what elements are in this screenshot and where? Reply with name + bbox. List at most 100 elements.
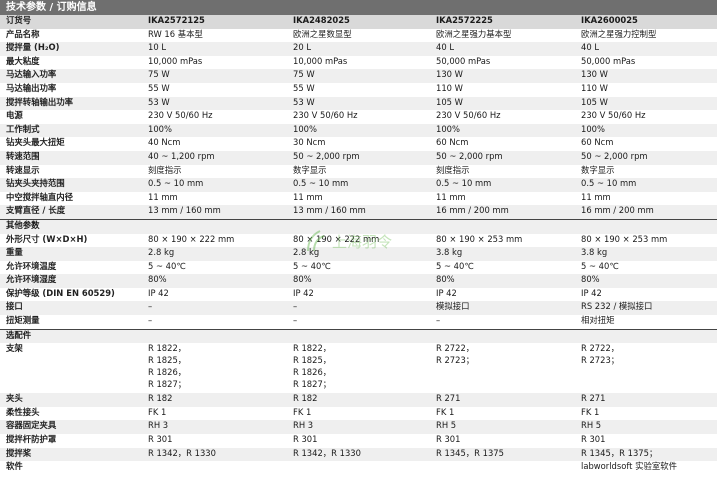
cell-value: 欧洲之星数显型 — [293, 28, 352, 39]
cell-value: 80% — [575, 274, 717, 288]
cell-value: 230 V 50/60 Hz — [581, 110, 646, 121]
cell-value: R 182 — [142, 393, 287, 407]
cell-value: 模拟接口 — [430, 301, 575, 316]
cell-value: 100% — [575, 123, 717, 138]
cell-value: 130 W — [575, 69, 717, 83]
cell-value — [430, 461, 575, 475]
table-row: 允许环境湿度 80% 80% 80% 80% — [0, 274, 717, 288]
cell-value: 13 mm / 160 mm — [287, 205, 430, 220]
cell-value: 数字显示 — [581, 164, 615, 175]
cell-value: R 301 — [581, 434, 606, 445]
cell-value: 10 L — [142, 42, 287, 56]
row-label: 搅拌量 (H₂O) — [0, 42, 142, 56]
cell-value: 230 V 50/60 Hz — [436, 110, 501, 121]
cell-value — [287, 461, 430, 475]
cell-value: 3.8 kg — [430, 247, 575, 261]
cell-value: IKA2482025 — [287, 15, 430, 29]
row-label: 产品名称 — [6, 28, 40, 39]
cell-value: 数字显示 — [293, 164, 327, 175]
table-row: 允许环境温度 5 ~ 40℃ 5 ~ 40℃ 5 ~ 40℃ 5 ~ 40℃ — [0, 261, 717, 275]
cell-value: 130 W — [430, 69, 575, 83]
table-row: 工作制式 100% 100% 100% 100% — [0, 123, 717, 138]
cell-value: 105 W — [575, 96, 717, 111]
table-row: 订货号 IKA2572125 IKA2482025 IKA2572225 IKA2600… — [0, 15, 717, 29]
row-label: 重量 — [0, 247, 142, 261]
cell-value: 110 W — [436, 82, 463, 93]
cell-value: 0.5 ~ 10 mm — [430, 178, 575, 192]
cell-value: R 1345，R 1375 — [430, 447, 575, 462]
cell-value: 13 mm / 160 mm — [142, 205, 287, 220]
row-label: 搅拌杆防护罩 — [6, 434, 57, 445]
cell-value: 刻度指示 — [436, 164, 470, 175]
row-label: 转速范围 — [0, 150, 142, 165]
row-label: 马达输入功率 — [0, 69, 142, 83]
row-label: 搅拌桨 — [0, 447, 142, 462]
table-row: 电源 230 V 50/60 Hz 230 V 50/60 Hz 230 V 50/6… — [0, 110, 717, 124]
cell-value: 11 mm — [148, 191, 178, 202]
cell-value: 75 W — [142, 69, 287, 83]
row-label: 工作制式 — [0, 123, 142, 138]
cell-value: IP 42 — [581, 287, 602, 298]
row-label: 保护等级 (DIN EN 60529) — [6, 287, 115, 298]
table-row: 马达输入功率 75 W 75 W 130 W 130 W — [0, 69, 717, 83]
row-label: 允许环境温度 — [6, 260, 57, 271]
cell-value: 75 W — [287, 69, 430, 83]
section-title: 技术参数 / 订购信息 — [0, 0, 717, 15]
cell-value: RH 5 — [575, 420, 717, 435]
cell-value: 20 L — [287, 42, 430, 56]
cell-value: 10,000 mPas — [148, 55, 203, 66]
cell-value: 80% — [287, 274, 430, 288]
row-label: 外形尺寸 (W×D×H) — [6, 233, 88, 244]
cell-value: – — [293, 315, 298, 326]
table-row: 搅拌转轴输出功率 53 W 53 W 105 W 105 W — [0, 96, 717, 111]
table-row: 柔性接头 FK 1 FK 1 FK 1 FK 1 — [0, 407, 717, 421]
table-row: 中空搅拌轴直内径 11 mm 11 mm 11 mm 11 mm — [0, 192, 717, 206]
cell-value: 50,000 mPas — [581, 55, 636, 66]
cell-value: IP 42 — [293, 287, 314, 298]
cell-value: 2.8 kg — [287, 247, 430, 261]
table-row: 最大粘度 10,000 mPas 10,000 mPas 50,000 mPas 50,… — [0, 56, 717, 70]
table-row: 转速范围 40 ~ 1,200 rpm 50 ~ 2,000 rpm 50 ~ 2,0… — [0, 150, 717, 165]
cell-value: 100% — [142, 123, 287, 138]
table-row: 支架 R 1822， R 1825， R 1826， R 1827； R 1822，… — [0, 343, 717, 393]
cell-value: 0.5 ~ 10 mm — [287, 178, 430, 192]
cell-value: 53 W — [287, 96, 430, 111]
cell-value: 110 W — [581, 82, 608, 93]
cell-value: 105 W — [430, 96, 575, 111]
row-label: 订货号 — [0, 15, 142, 29]
row-label: 电源 — [6, 110, 23, 121]
cell-value: – — [287, 301, 430, 316]
table-row: 扭矩测量 – – – 相对扭矩 — [0, 315, 717, 329]
cell-value: R 2722， R 2723； — [436, 343, 475, 366]
cell-value: 11 mm — [581, 191, 611, 202]
cell-value: R 301 — [436, 434, 461, 445]
section-header: 选配件 — [0, 328, 717, 344]
row-label: 扭矩测量 — [6, 315, 40, 326]
cell-value: 欧洲之星强力基本型 — [436, 28, 512, 39]
cell-value: 50 ~ 2,000 rpm — [575, 150, 717, 165]
cell-value: 230 V 50/60 Hz — [293, 110, 358, 121]
cell-value: R 271 — [575, 393, 717, 407]
cell-value: 16 mm / 200 mm — [430, 205, 575, 220]
cell-value: FK 1 — [581, 406, 600, 417]
row-label: 支架 — [6, 343, 23, 354]
cell-value: FK 1 — [436, 406, 455, 417]
cell-value: RW 16 基本型 — [148, 28, 203, 39]
section-label: 选配件 — [0, 328, 717, 344]
cell-value: 5 ~ 40℃ — [293, 260, 331, 271]
cell-value: R 271 — [430, 393, 575, 407]
cell-value: IKA2600025 — [575, 15, 717, 29]
table-row: 钻夹头最大扭矩 40 Ncm 30 Ncm 60 Ncm 60 Ncm — [0, 137, 717, 151]
row-label: 容器固定夹具 — [0, 420, 142, 435]
cell-value: IKA2572225 — [430, 15, 575, 29]
cell-value: 60 Ncm — [436, 137, 469, 148]
cell-value: 80 × 190 × 253 mm — [581, 233, 668, 244]
table-row: 容器固定夹具 RH 3 RH 3 RH 5 RH 5 — [0, 420, 717, 435]
cell-value: 230 V 50/60 Hz — [148, 110, 213, 121]
spec-sheet: 技术参数 / 订购信息 订货号 IKA2572125 IKA2482025 IKA25… — [0, 0, 717, 480]
table-row: 搅拌量 (H₂O) 10 L 20 L 40 L 40 L — [0, 42, 717, 56]
cell-value: labworldsoft 实验室软件 — [581, 461, 677, 472]
cell-value: 100% — [287, 123, 430, 138]
cell-value: 55 W — [293, 82, 315, 93]
cell-value: 0.5 ~ 10 mm — [575, 178, 717, 192]
